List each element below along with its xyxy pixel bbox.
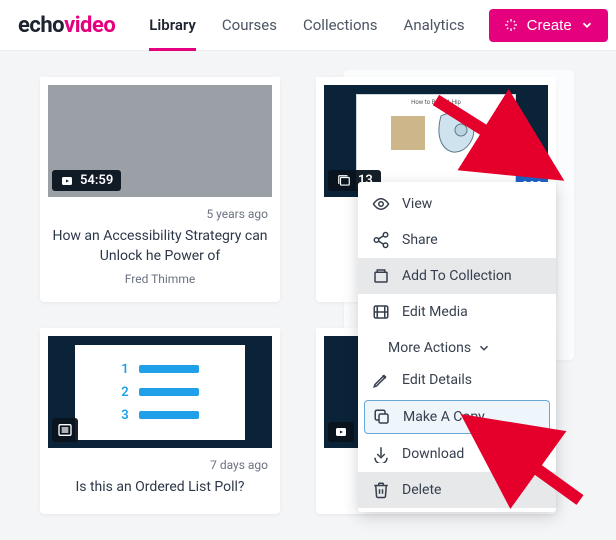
eye-icon [372, 195, 390, 213]
menu-label: Share [402, 232, 438, 248]
play-icon [334, 426, 348, 438]
ol-num: 2 [121, 385, 128, 400]
card-title: How an Accessibility Strategry can Unloc… [52, 227, 268, 266]
download-icon [372, 445, 390, 463]
menu-label: Edit Details [402, 372, 472, 388]
copy-icon [373, 408, 391, 426]
menu-label: View [402, 196, 432, 212]
slide-image-left [391, 116, 425, 150]
media-card[interactable]: 1 2 3 7 days ago Is this an Ordered List… [40, 328, 280, 514]
menu-label: Delete [402, 482, 441, 498]
topbar: echovideo Library Courses Collections An… [0, 0, 616, 51]
ol-num: 3 [121, 408, 128, 423]
type-badge [52, 418, 78, 442]
create-button[interactable]: Create [489, 9, 608, 42]
menu-make-copy[interactable]: Make A Copy [364, 400, 550, 434]
card-thumbnail[interactable]: 54:59 [40, 77, 280, 197]
ol-num: 1 [121, 362, 128, 377]
card-body: 5 years ago How an Accessibility Strateg… [40, 197, 280, 302]
pencil-icon [372, 371, 390, 389]
menu-label: More Actions [388, 340, 471, 356]
menu-view[interactable]: View [358, 186, 556, 222]
slide-image-right [431, 108, 481, 158]
slide-title: How to Build A Hip [411, 99, 461, 106]
menu-download[interactable]: Download [358, 436, 556, 472]
menu-add-collection[interactable]: Add To Collection [358, 258, 556, 294]
nav-courses[interactable]: Courses [222, 8, 277, 42]
card-body: 7 days ago Is this an Ordered List Poll? [40, 448, 280, 514]
logo-echo: echo [18, 13, 64, 38]
menu-label: Make A Copy [403, 409, 485, 425]
menu-edit-details[interactable]: Edit Details [358, 362, 556, 398]
play-icon [60, 175, 74, 187]
main-nav: Library Courses Collections Analytics [149, 8, 464, 42]
context-menu: View Share Add To Collection Edit Media … [358, 182, 556, 512]
ordered-list-graphic: 1 2 3 [121, 362, 198, 423]
duration-badge: 54:59 [52, 170, 121, 191]
nav-collections[interactable]: Collections [303, 8, 378, 42]
trash-icon [372, 481, 390, 499]
media-card[interactable]: 54:59 5 years ago How an Accessibility S… [40, 77, 280, 302]
card-age: 7 days ago [210, 458, 268, 472]
nav-library[interactable]: Library [149, 8, 196, 42]
type-badge [328, 422, 354, 442]
share-icon [372, 231, 390, 249]
card-thumbnail[interactable]: 1 2 3 [40, 328, 280, 448]
sparkle-icon [503, 17, 519, 33]
duration-text: 54:59 [80, 173, 113, 188]
poll-icon [56, 422, 74, 438]
menu-delete[interactable]: Delete [358, 472, 556, 508]
menu-label: Download [402, 446, 464, 462]
create-label: Create [527, 17, 572, 34]
card-title: Is this an Ordered List Poll? [75, 478, 244, 498]
nav-analytics[interactable]: Analytics [404, 8, 465, 42]
menu-edit-media[interactable]: Edit Media [358, 294, 556, 330]
film-icon [372, 303, 390, 321]
card-age: 5 years ago [206, 207, 268, 221]
slides-icon [336, 174, 352, 188]
collection-icon [372, 267, 390, 285]
chevron-down-icon [477, 341, 491, 355]
menu-share[interactable]: Share [358, 222, 556, 258]
logo-video: video [64, 13, 115, 38]
card-author: Fred Thimme [125, 272, 195, 286]
menu-more-actions[interactable]: More Actions [358, 330, 556, 362]
menu-label: Edit Media [402, 304, 468, 320]
logo[interactable]: echovideo [18, 13, 115, 38]
chevron-down-icon [580, 18, 594, 32]
menu-label: Add To Collection [402, 268, 512, 284]
card-thumbnail[interactable]: How to Build A Hip 13 [316, 77, 556, 197]
